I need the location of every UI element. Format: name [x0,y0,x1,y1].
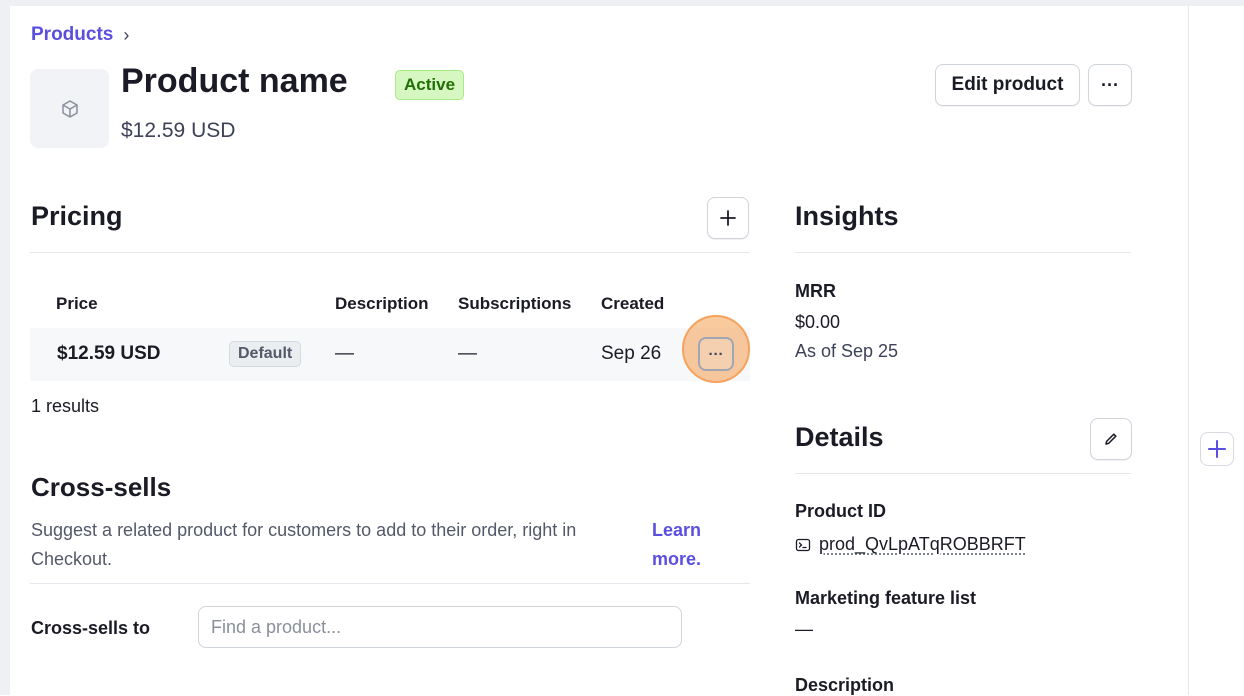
product-price: $12.59 USD [121,119,236,142]
insights-divider [795,252,1131,253]
cross-sells-to-label: Cross-sells to [31,618,151,638]
product-id-label: Product ID [795,501,887,521]
mrr-value: $0.00 [795,312,841,332]
pencil-icon [1105,433,1117,445]
status-badge: Active [395,70,465,100]
top-strip [0,0,1244,6]
right-panel [1188,6,1244,695]
edit-details-button[interactable] [1090,418,1132,460]
details-heading: Details [795,422,884,452]
plus-icon [720,210,736,226]
edit-product-button[interactable]: Edit product [935,64,1080,106]
pricing-divider [30,252,750,253]
description-label: Description [795,675,895,695]
breadcrumb-products-link[interactable]: Products [31,24,113,46]
side-panel-add-button[interactable] [1200,432,1234,466]
details-divider [795,473,1131,474]
price-cell: $12.59 USD [57,343,161,364]
pricing-heading: Pricing [31,201,123,231]
mrr-asof: As of Sep 25 [795,341,899,361]
row-more-button[interactable]: ··· [698,337,734,371]
results-count: 1 results [31,396,100,416]
find-product-input[interactable] [198,606,682,648]
box-icon [61,99,78,118]
description-cell: — [335,343,354,364]
insights-heading: Insights [795,201,899,231]
subscriptions-cell: — [458,343,477,364]
plus-icon [1208,440,1226,458]
terminal-icon [795,538,811,551]
column-header-description: Description [335,294,429,313]
product-id-value[interactable]: prod_QvLpATqROBBRFT [795,534,1026,555]
chevron-right-icon: › [123,24,130,45]
page-title: Product name [121,62,348,100]
learn-more-link[interactable]: Learn more. [652,516,722,574]
marketing-feature-value: — [795,619,813,639]
column-header-created: Created [601,294,665,313]
add-price-button[interactable] [707,197,749,239]
cross-sells-divider [30,583,750,584]
cross-sells-heading: Cross-sells [31,472,172,502]
breadcrumb: Products › [31,24,129,46]
default-badge: Default [229,341,302,367]
column-header-price: Price [56,294,98,313]
column-header-subscriptions: Subscriptions [458,294,572,313]
cross-sells-description: Suggest a related product for customers … [31,520,577,569]
product-id-text: prod_QvLpATqROBBRFT [819,534,1026,554]
left-strip [0,0,10,695]
product-thumbnail [30,69,109,148]
marketing-feature-label: Marketing feature list [795,588,977,608]
created-cell: Sep 26 [601,343,662,364]
mrr-label: MRR [795,281,836,301]
more-actions-button[interactable]: ··· [1088,64,1132,106]
